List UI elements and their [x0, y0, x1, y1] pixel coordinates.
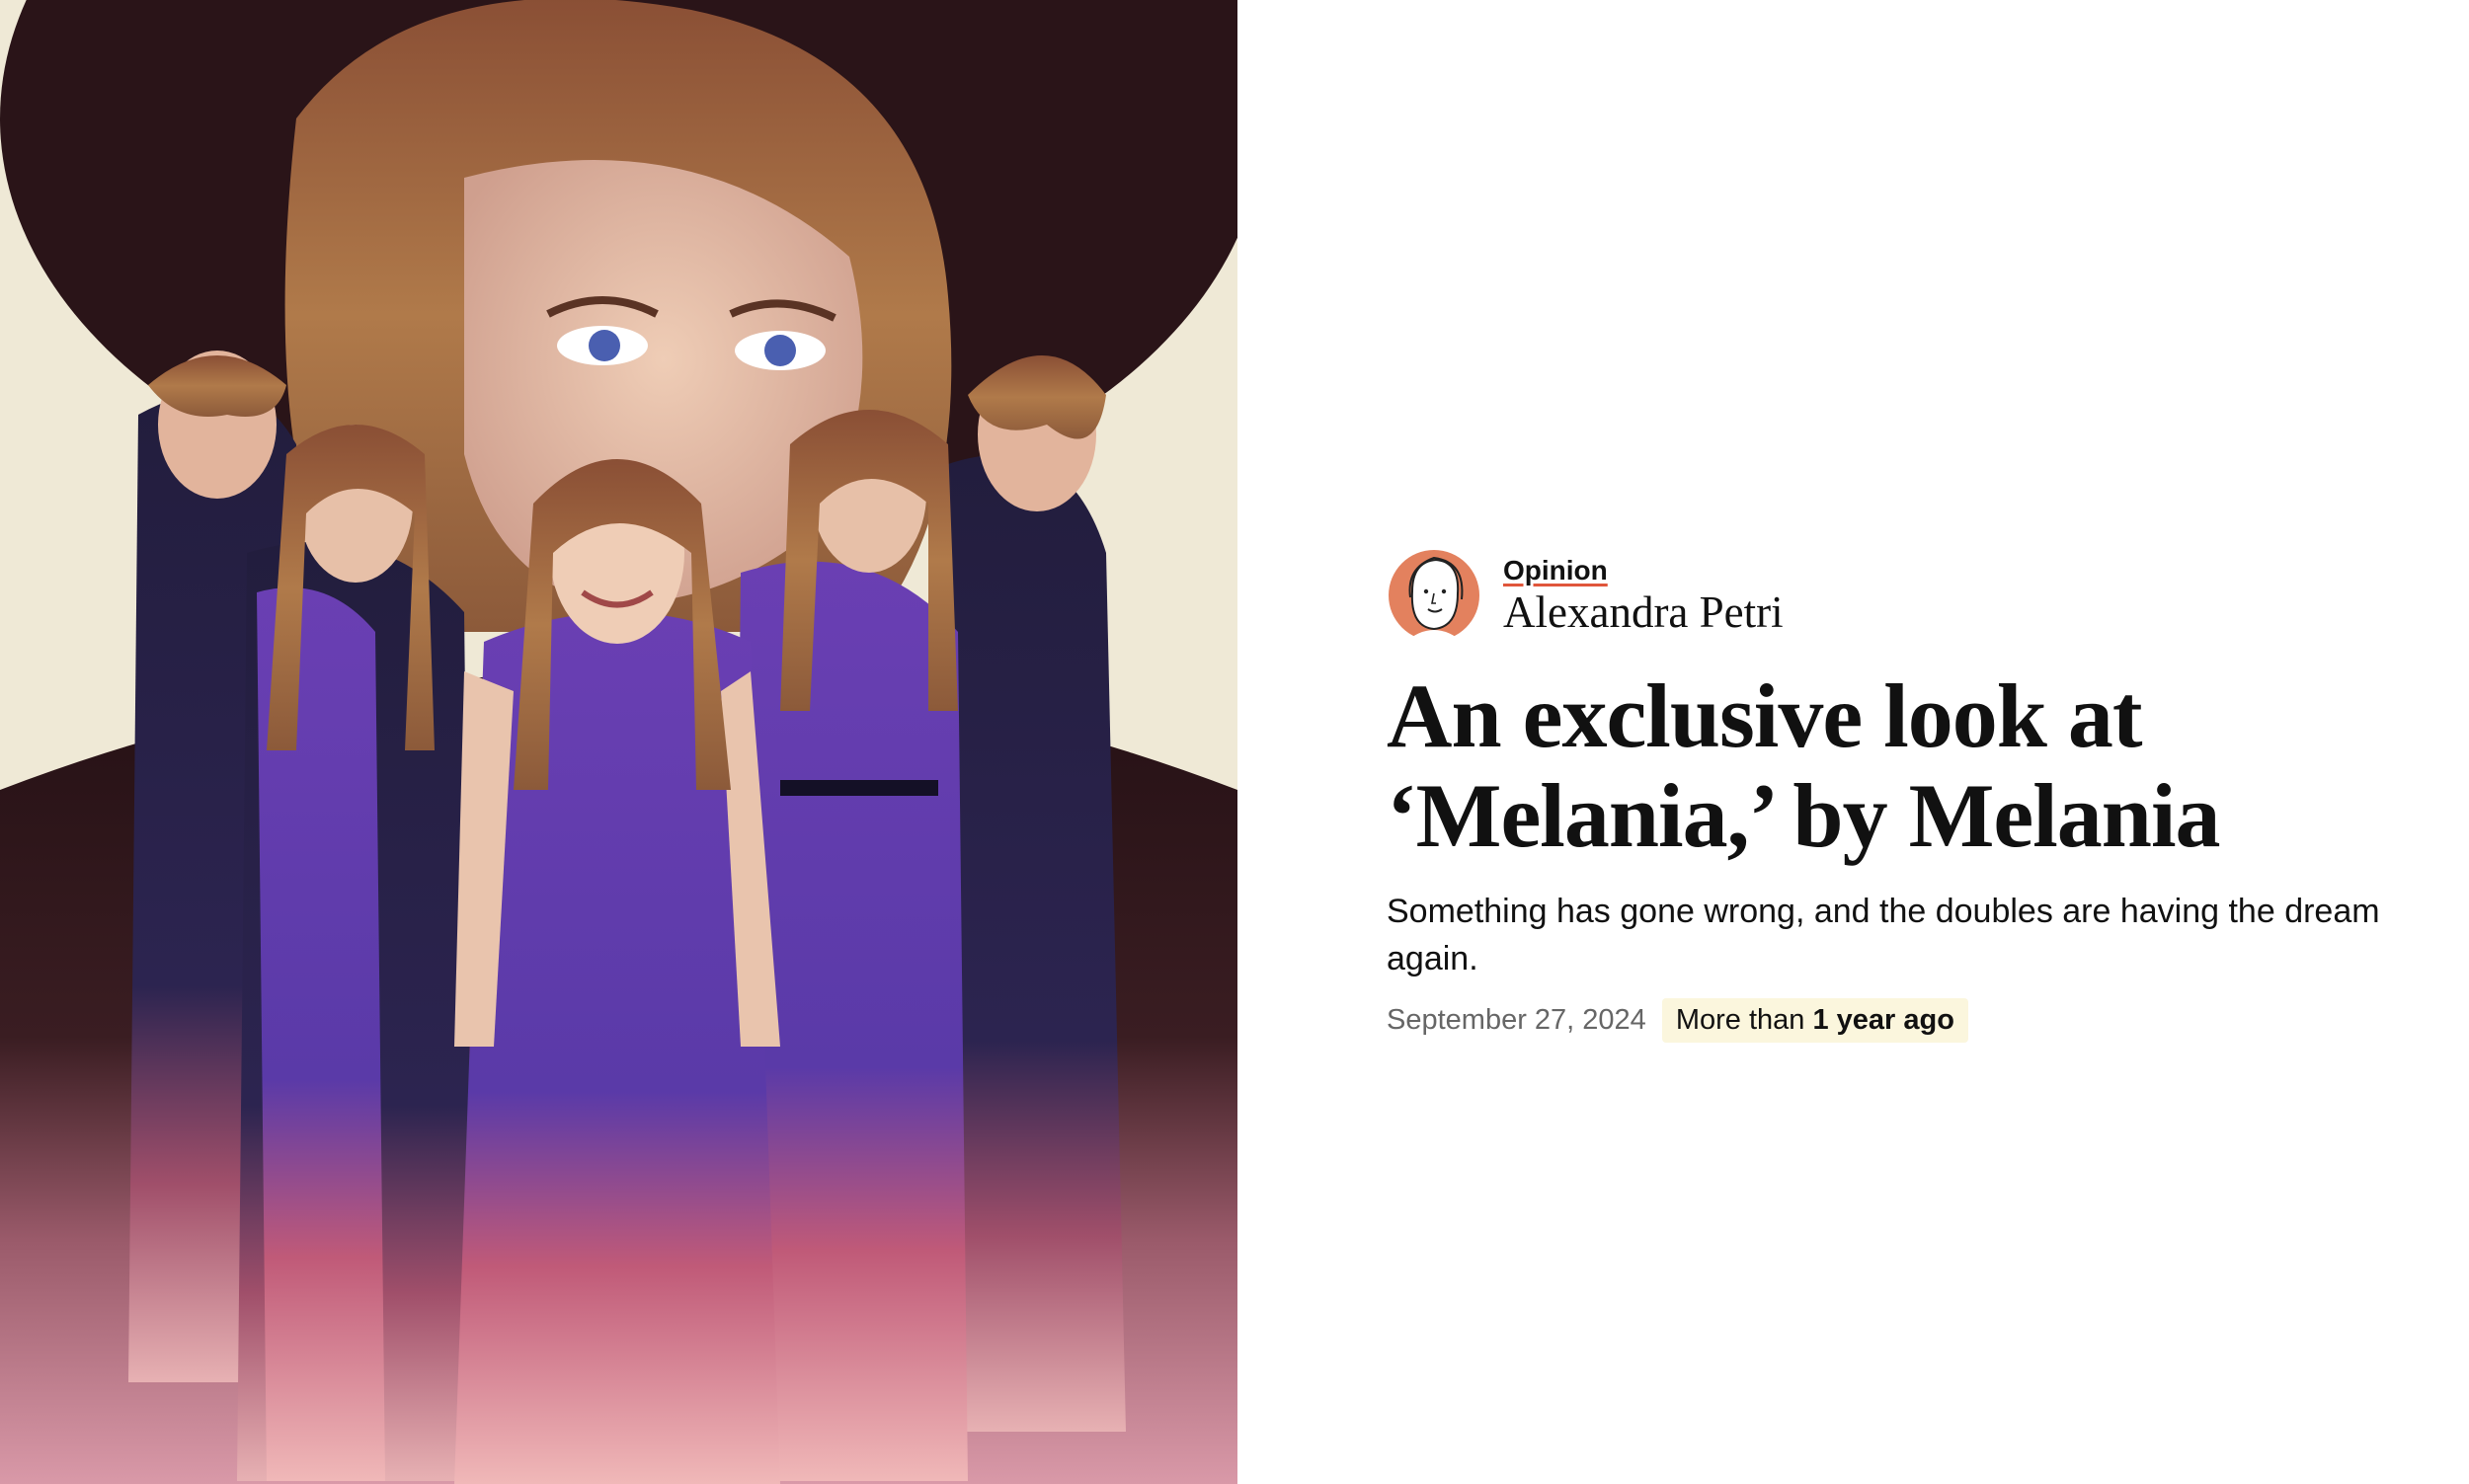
- byline-text: Opinion Alexandra Petri: [1503, 554, 1784, 637]
- recency-badge: More than 1 year ago: [1661, 998, 1968, 1043]
- headline: An exclusive look at ‘Melania,’ by Melan…: [1387, 666, 2394, 866]
- headline-line-2: ‘Melania,’ by Melania: [1387, 765, 2221, 866]
- recency-prefix: More than: [1675, 1004, 1805, 1036]
- subheadline: Something has gone wrong, and the double…: [1387, 893, 2380, 977]
- recency-emphasis: 1 year ago: [1812, 1004, 1954, 1036]
- article-meta: September 27, 2024 More than 1 year ago: [1387, 998, 2394, 1043]
- lead-illustration: [0, 0, 1237, 1484]
- byline: Opinion Alexandra Petri: [1387, 546, 2394, 645]
- article-page: Opinion Alexandra Petri An exclusive loo…: [0, 0, 2469, 1484]
- article-header: Opinion Alexandra Petri An exclusive loo…: [1387, 546, 2394, 1043]
- illustration-women-figures: [0, 0, 1237, 1484]
- publish-date: September 27, 2024: [1387, 1004, 1646, 1036]
- author-name-link[interactable]: Alexandra Petri: [1503, 587, 1784, 637]
- headline-line-1: An exclusive look at: [1387, 665, 2143, 766]
- opinion-section-link[interactable]: Opinion: [1503, 554, 1784, 587]
- author-portrait-icon[interactable]: [1387, 548, 1481, 643]
